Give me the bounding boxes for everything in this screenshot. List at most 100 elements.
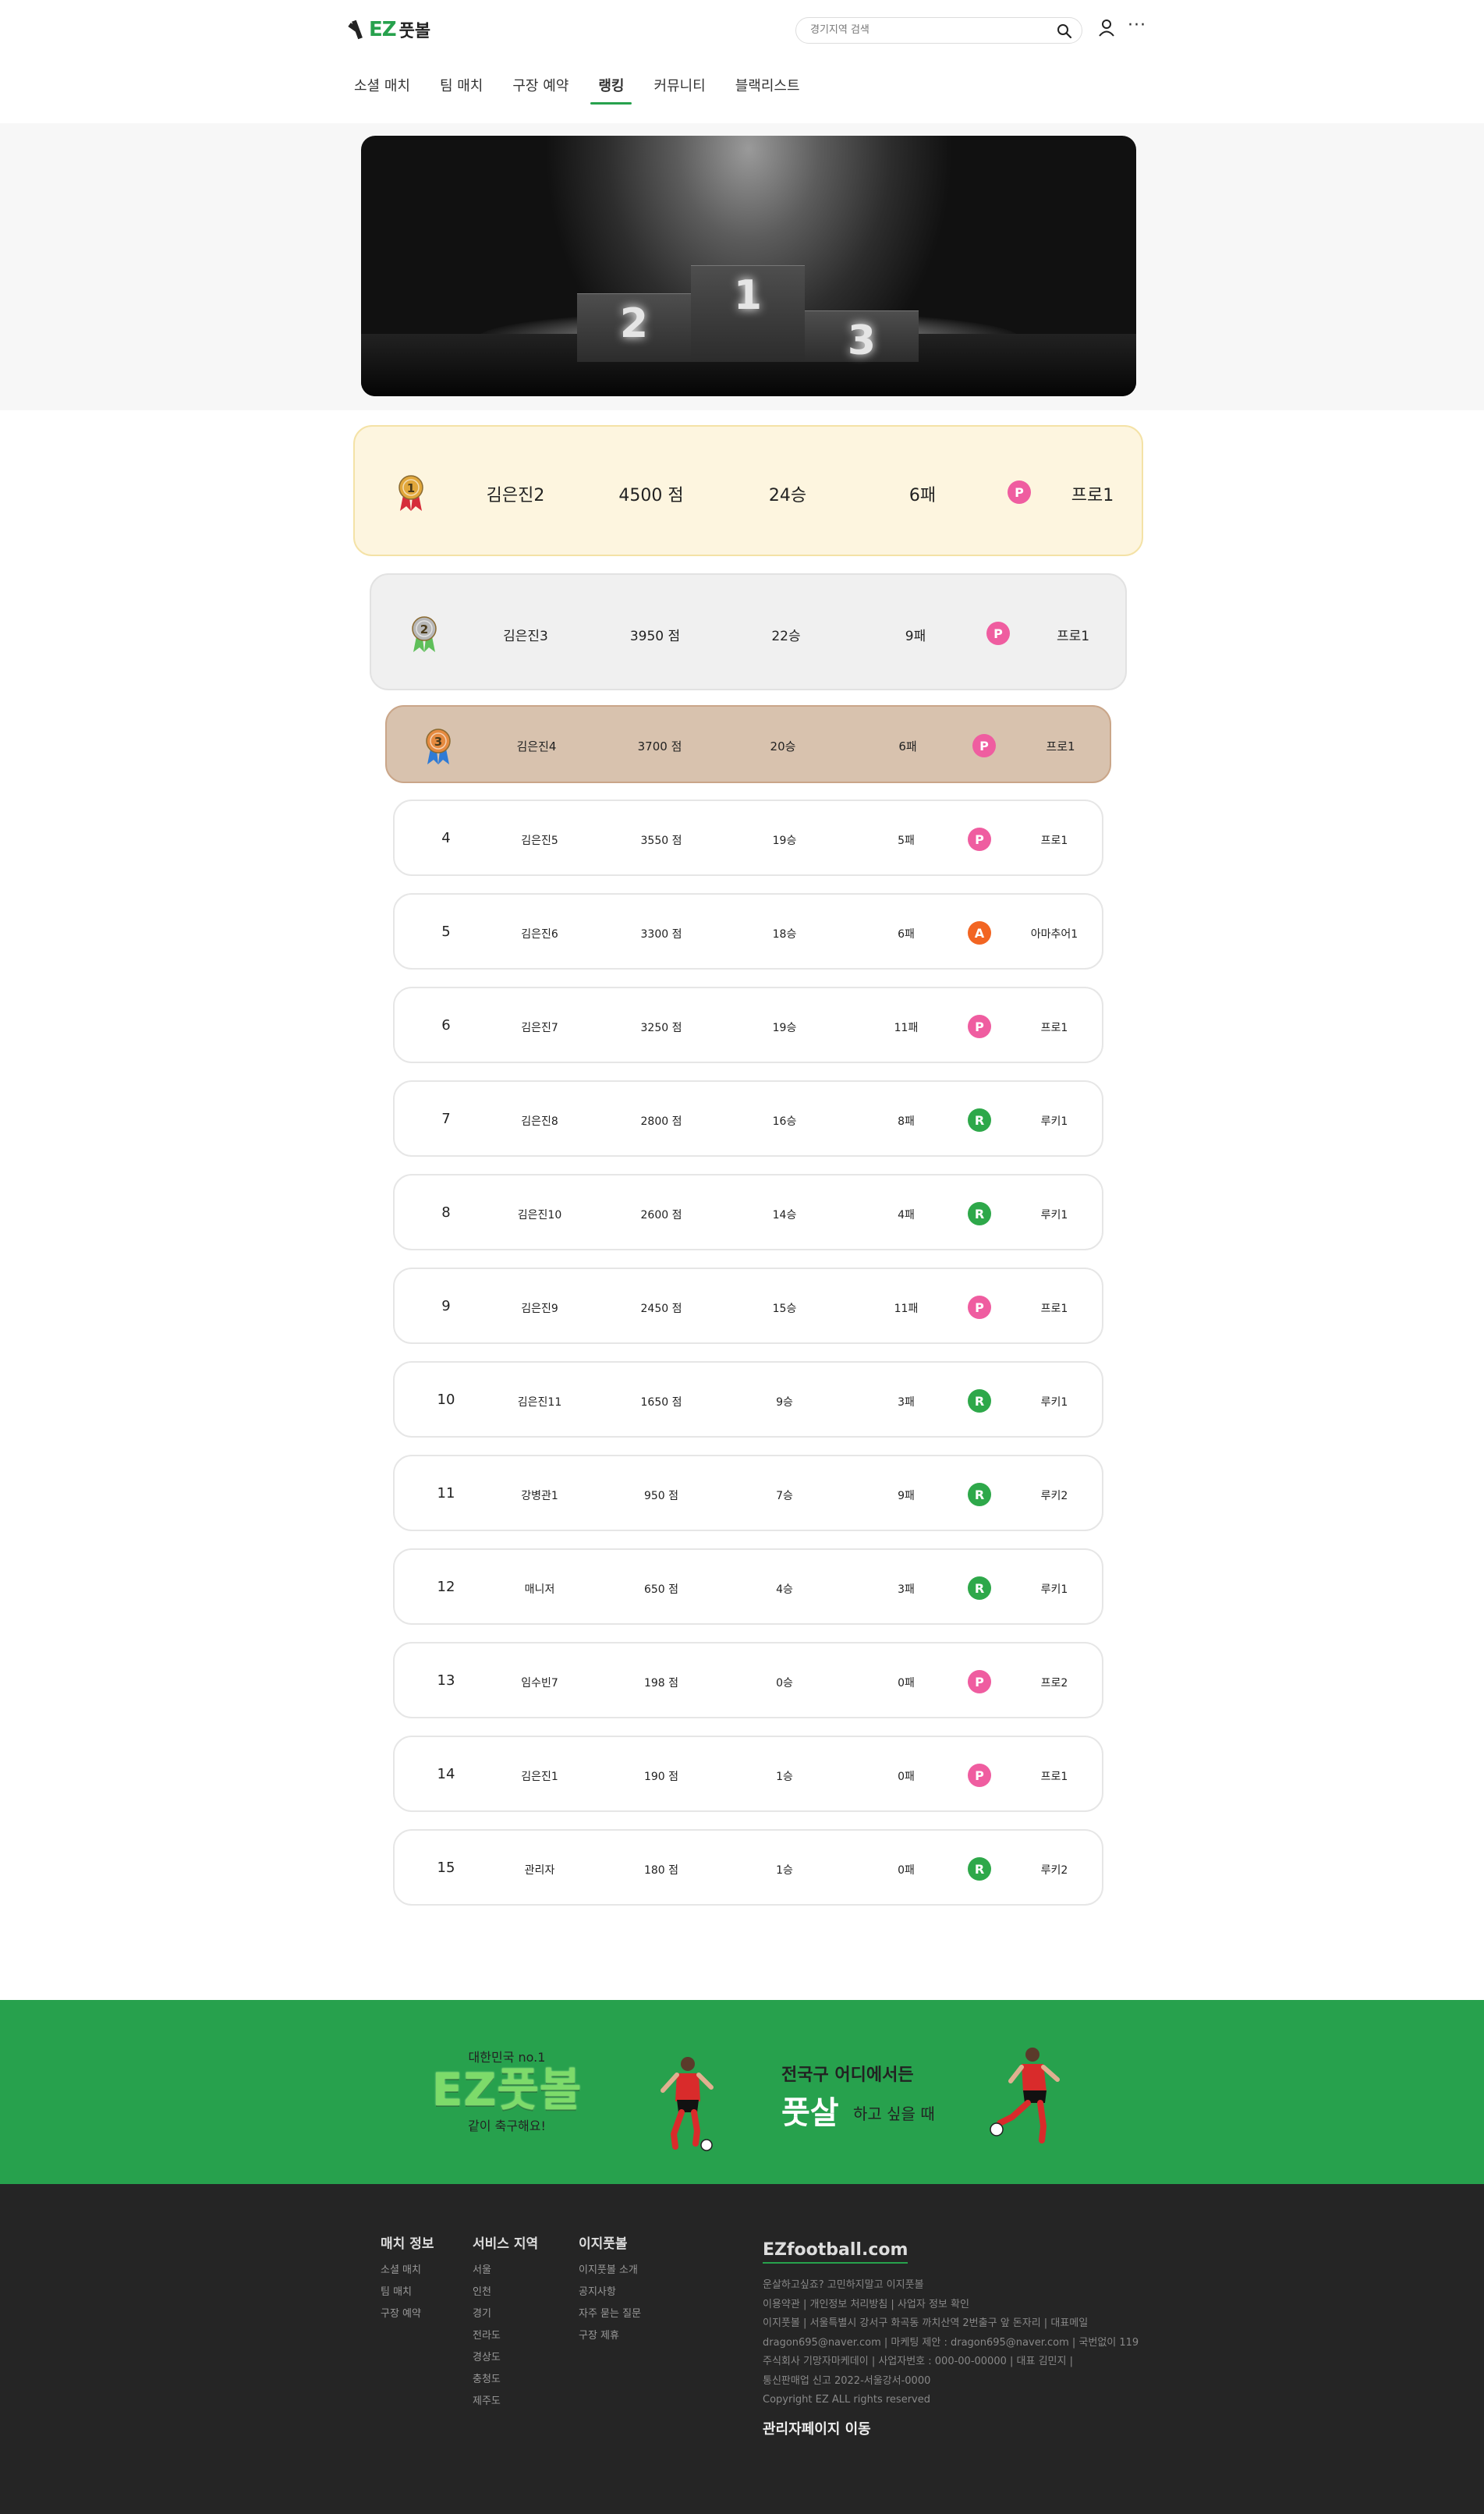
nav-tab[interactable]: 블랙리스트 xyxy=(724,69,811,105)
player-points: 3550 점 xyxy=(640,834,682,847)
promo-line1: 전국구 어디에서든 xyxy=(781,2065,914,2085)
nav-tab[interactable]: 커뮤니티 xyxy=(643,69,716,105)
rank-number: 6 xyxy=(441,1017,451,1034)
rank-number: 10 xyxy=(437,1392,455,1409)
nav-tab[interactable]: 팀 매치 xyxy=(429,69,494,105)
footer-column-title: 이지풋볼 xyxy=(579,2236,628,2252)
footer-link[interactable]: 구장 예약 xyxy=(381,2303,434,2325)
grade-badge-icon: P xyxy=(968,1764,991,1787)
player-losses: 11패 xyxy=(894,1302,919,1315)
footer-column: 매치 정보 소셜 매치 팀 매치 구장 예약 xyxy=(381,2232,434,2325)
ranking-row[interactable]: 12 매니저 650 점 4승 3패 R 루키1 xyxy=(393,1548,1103,1625)
player-losses: 9패 xyxy=(898,1489,915,1502)
nav-tab[interactable]: 구장 예약 xyxy=(501,69,579,105)
ranking-row[interactable]: 9 김은진9 2450 점 15승 11패 P 프로1 xyxy=(393,1268,1103,1344)
nav-tab[interactable]: 랭킹 xyxy=(587,69,635,105)
grade-label: 루키2 xyxy=(1040,1489,1068,1502)
player-wins: 19승 xyxy=(772,1021,797,1034)
grade-badge-icon: P xyxy=(968,1670,991,1693)
grade-label: 프로1 xyxy=(1056,628,1090,644)
footer-link[interactable]: 자주 묻는 질문 xyxy=(579,2303,641,2325)
nav-tab[interactable]: 소셜 매치 xyxy=(343,69,421,105)
footer-link[interactable]: 서울 xyxy=(473,2260,538,2282)
logo-kr-text: 풋볼 xyxy=(398,22,431,41)
grade-badge-icon: P xyxy=(972,734,996,757)
more-menu-icon[interactable]: ··· xyxy=(1128,17,1146,34)
ranking-row[interactable]: 15 관리자 180 점 1승 0패 R 루키2 xyxy=(393,1829,1103,1906)
footer-link[interactable]: 경상도 xyxy=(473,2347,538,2369)
grade-label: 루키1 xyxy=(1040,1208,1068,1222)
ranking-row[interactable]: 1 김은진2 4500 점 24승 6패 P 프로1 xyxy=(353,425,1143,556)
bronze-medal-icon: 3 xyxy=(423,725,454,769)
footer-link[interactable]: 인천 xyxy=(473,2282,538,2303)
rank-number: 14 xyxy=(437,1766,455,1783)
footer-info-line: 통신판매업 신고 2022-서울강서-0000 xyxy=(763,2374,931,2387)
footer-link[interactable]: 경기 xyxy=(473,2303,538,2325)
soccer-player-icon xyxy=(661,2057,714,2151)
footer-link[interactable]: 구장 제휴 xyxy=(579,2325,641,2347)
ranking-row[interactable]: 7 김은진8 2800 점 16승 8패 R 루키1 xyxy=(393,1080,1103,1157)
grade-badge-icon: P xyxy=(968,1015,991,1038)
ranking-row[interactable]: 6 김은진7 3250 점 19승 11패 P 프로1 xyxy=(393,987,1103,1063)
player-losses: 0패 xyxy=(898,1770,915,1783)
footer-link[interactable]: 소셜 매치 xyxy=(381,2260,434,2282)
grade-label: 루키1 xyxy=(1040,1115,1068,1128)
rank-number: 12 xyxy=(437,1579,455,1596)
ranking-row[interactable]: 13 임수빈7 198 점 0승 0패 P 프로2 xyxy=(393,1642,1103,1718)
podium-second: 2 xyxy=(577,293,691,362)
player-wins: 16승 xyxy=(772,1115,797,1128)
footer-info-line: 주식회사 기망자마케데이 | 사업자번호 : 000-00-00000 | 대표… xyxy=(763,2356,1073,2367)
logo[interactable]: EZ 풋볼 xyxy=(349,17,430,42)
main-nav: 소셜 매치 팀 매치 구장 예약 랭킹 커뮤니티 블랙리스트 xyxy=(343,69,819,105)
player-wins: 1승 xyxy=(776,1863,793,1877)
footer-link[interactable]: 제주도 xyxy=(473,2391,538,2413)
search-input[interactable] xyxy=(810,24,1044,36)
player-losses: 0패 xyxy=(898,1676,915,1690)
footer-link[interactable]: 전라도 xyxy=(473,2325,538,2347)
player-losses: 6패 xyxy=(898,739,917,754)
ranking-row[interactable]: 5 김은진6 3300 점 18승 6패 A 아마추어1 xyxy=(393,893,1103,970)
player-points: 3300 점 xyxy=(640,927,682,941)
footer-info-line: 이용약관 | 개인정보 처리방침 | 사업자 정보 확인 xyxy=(763,2298,969,2310)
ranking-row[interactable]: 3 김은진4 3700 점 20승 6패 P 프로1 xyxy=(385,705,1111,783)
player-points: 2800 점 xyxy=(640,1115,682,1128)
player-points: 190 점 xyxy=(643,1770,679,1783)
search-icon[interactable] xyxy=(1057,23,1072,39)
ranking-row[interactable]: 8 김은진10 2600 점 14승 4패 R 루키1 xyxy=(393,1174,1103,1250)
svg-text:2: 2 xyxy=(420,622,428,636)
ranking-row[interactable]: 11 강병관1 950 점 7승 9패 R 루키2 xyxy=(393,1455,1103,1531)
podium-third: 3 xyxy=(805,310,919,364)
grade-label: 프로2 xyxy=(1040,1676,1068,1690)
player-points: 4500 점 xyxy=(618,485,684,505)
player-losses: 6패 xyxy=(908,485,937,505)
rank-number: 8 xyxy=(441,1204,451,1222)
footer-info-line: 이지풋볼 | 서울특별시 강서구 화곡동 까치산역 2번출구 앞 돈자리 | 대… xyxy=(763,2317,1089,2329)
player-name: 관리자 xyxy=(524,1863,555,1877)
grade-label: 프로1 xyxy=(1040,1302,1068,1315)
grade-label: 프로1 xyxy=(1046,739,1075,754)
footer-link[interactable]: 충청도 xyxy=(473,2369,538,2391)
search-box xyxy=(795,17,1082,44)
ranking-row[interactable]: 14 김은진1 190 점 1승 0패 P 프로1 xyxy=(393,1736,1103,1812)
footer-link[interactable]: 공지사항 xyxy=(579,2282,641,2303)
player-name: 김은진4 xyxy=(516,739,557,754)
player-points: 2450 점 xyxy=(640,1302,682,1315)
hero-podium-image: 2 1 3 xyxy=(361,136,1136,396)
user-icon[interactable] xyxy=(1098,19,1115,37)
promo-bottom-text: 같이 축구해요! xyxy=(468,2119,546,2133)
footer-link[interactable]: 팀 매치 xyxy=(381,2282,434,2303)
ranking-row[interactable]: 4 김은진5 3550 점 19승 5패 P 프로1 xyxy=(393,800,1103,876)
footer-info-line: 운살하고싶죠? 고민하지말고 이지풋볼 xyxy=(763,2279,924,2291)
player-points: 2600 점 xyxy=(640,1208,682,1222)
grade-badge-icon: P xyxy=(968,828,991,851)
player-wins: 14승 xyxy=(772,1208,797,1222)
grade-badge-icon: R xyxy=(968,1202,991,1225)
admin-page-link[interactable]: 관리자페이지 이동 xyxy=(763,2418,871,2438)
player-wins: 7승 xyxy=(776,1489,793,1502)
soccer-player-kicking-icon xyxy=(990,2048,1060,2143)
ranking-row[interactable]: 10 김은진11 1650 점 9승 3패 R 루키1 xyxy=(393,1361,1103,1438)
player-points: 180 점 xyxy=(643,1863,679,1877)
player-name: 김은진8 xyxy=(521,1115,558,1128)
footer-link[interactable]: 이지풋볼 소개 xyxy=(579,2260,641,2282)
ranking-row[interactable]: 2 김은진3 3950 점 22승 9패 P 프로1 xyxy=(370,573,1127,690)
